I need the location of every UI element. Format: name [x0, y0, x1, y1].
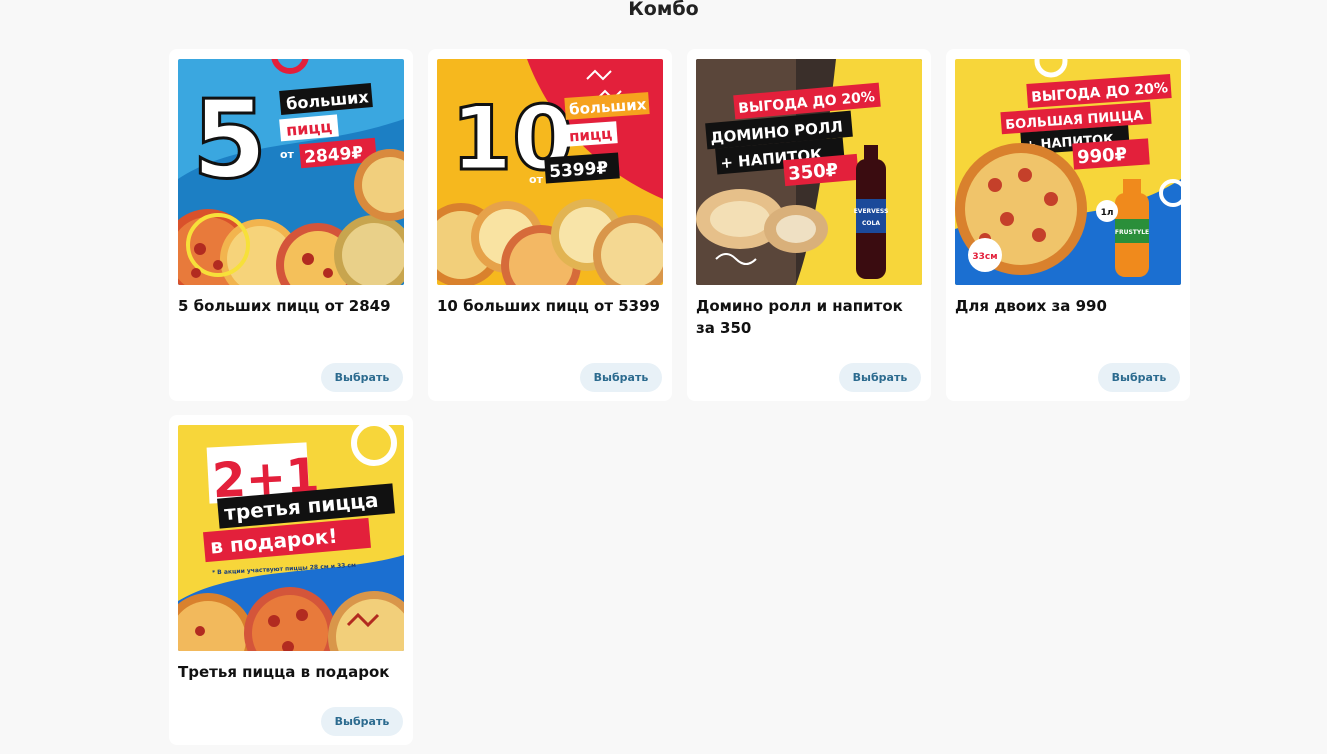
product-card[interactable]: 5 больших пицц от 2849₽ 5 больших пицц о… — [169, 49, 413, 401]
promo-big-number: 5 — [192, 78, 267, 203]
promo-price: 990₽ — [1076, 144, 1127, 168]
promo-line2: пицц — [285, 117, 333, 140]
select-button[interactable]: Выбрать — [321, 363, 403, 392]
card-title: 10 больших пицц от 5399 — [437, 297, 660, 315]
card-title: 5 больших пицц от 2849 — [178, 297, 391, 315]
product-card[interactable]: 2+1 третья пицца в подарок! * В акции уч… — [169, 415, 413, 745]
section-title: Комбо — [628, 0, 699, 20]
bottle-sub: COLA — [862, 220, 880, 227]
promo-price: 5399₽ — [549, 158, 610, 182]
card-title: Домино ролл и напиток за 350 — [696, 297, 903, 337]
card-title: Для двоих за 990 — [955, 297, 1107, 315]
size-badge: 33см — [972, 252, 997, 262]
promo-from: от — [529, 173, 544, 186]
promo-image[interactable]: ВЫГОДА ДО 20% БОЛЬШАЯ ПИЦЦА + НАПИТОК 99… — [955, 59, 1181, 285]
promo-image[interactable]: ВЫГОДА ДО 20% ДОМИНО РОЛЛ + НАПИТОК 350₽… — [696, 59, 922, 285]
bottle-brand: FRUSTYLE — [1115, 229, 1149, 236]
select-button[interactable]: Выбрать — [321, 707, 403, 736]
promo-image[interactable]: 5 больших пицц от 2849₽ — [178, 59, 404, 285]
volume-badge: 1л — [1101, 208, 1114, 218]
promo-image[interactable]: 2+1 третья пицца в подарок! * В акции уч… — [178, 425, 404, 651]
select-button[interactable]: Выбрать — [839, 363, 921, 392]
product-card[interactable]: ВЫГОДА ДО 20% БОЛЬШАЯ ПИЦЦА + НАПИТОК 99… — [946, 49, 1190, 401]
promo-image[interactable]: 10 больших пицц от 5399₽ — [437, 59, 663, 285]
promo-from: от — [280, 148, 295, 161]
bottle-brand: EVERVESS — [854, 208, 889, 215]
product-card[interactable]: ВЫГОДА ДО 20% ДОМИНО РОЛЛ + НАПИТОК 350₽… — [687, 49, 931, 401]
select-button[interactable]: Выбрать — [1098, 363, 1180, 392]
promo-line2: пицц — [568, 125, 612, 146]
product-card[interactable]: 10 больших пицц от 5399₽ 10 больших пицц… — [428, 49, 672, 401]
card-title: Третья пицца в подарок — [178, 663, 390, 681]
select-button[interactable]: Выбрать — [580, 363, 662, 392]
promo-price: 350₽ — [787, 160, 839, 185]
